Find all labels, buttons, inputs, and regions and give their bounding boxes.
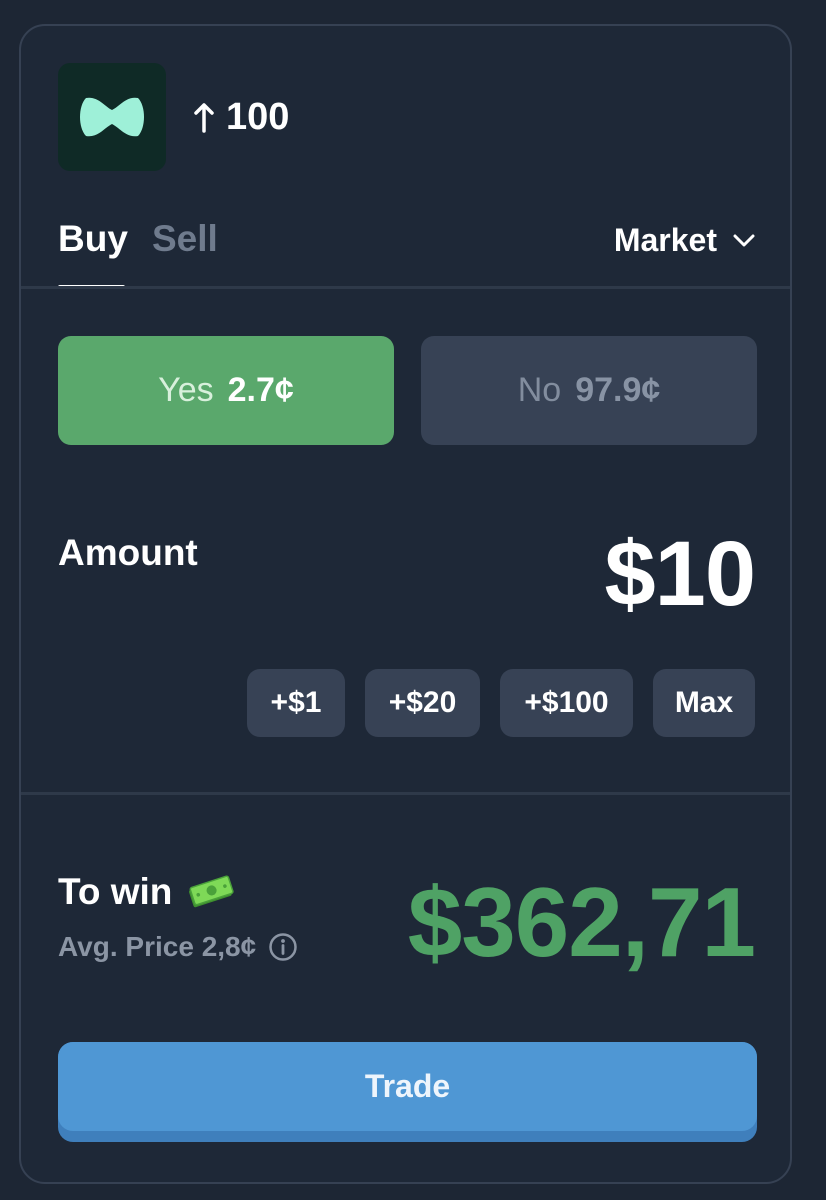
amount-divider	[21, 792, 790, 795]
quick-amount-buttons: +$1 +$20 +$100 Max	[247, 669, 755, 737]
to-win-text: To win	[58, 871, 173, 912]
trade-button[interactable]: Trade	[58, 1042, 757, 1142]
header-value-text: 100	[226, 96, 290, 138]
market-logo-icon	[58, 63, 166, 171]
tab-buy[interactable]: Buy	[58, 218, 128, 260]
add-100-button[interactable]: +$100	[500, 669, 633, 737]
header-value: 100	[194, 96, 289, 139]
max-button[interactable]: Max	[653, 669, 755, 737]
trade-button-label: Trade	[58, 1042, 757, 1131]
no-label: No	[517, 371, 562, 409]
amount-label: Amount	[58, 532, 198, 573]
add-1-button[interactable]: +$1	[247, 669, 345, 737]
avg-price-text: Avg. Price 2,8¢	[58, 931, 257, 962]
yes-price: 2.7¢	[227, 371, 294, 409]
tab-sell[interactable]: Sell	[152, 218, 218, 260]
order-type-dropdown[interactable]: Market	[614, 222, 755, 259]
money-icon	[186, 875, 235, 909]
yes-label: Yes	[158, 371, 214, 409]
chevron-down-icon	[733, 234, 755, 248]
avg-price: Avg. Price 2,8¢	[58, 931, 298, 963]
no-outcome-button[interactable]: No 97.9¢	[421, 336, 757, 445]
no-price: 97.9¢	[575, 371, 661, 409]
info-icon[interactable]	[268, 932, 298, 962]
trade-panel: 100 Buy Sell Market Yes 2.7¢ No 97.9¢ Am…	[19, 24, 792, 1184]
add-20-button[interactable]: +$20	[365, 669, 480, 737]
tabs-divider	[21, 286, 790, 289]
amount-input[interactable]: $10	[605, 522, 756, 627]
to-win-label: To win	[58, 871, 235, 913]
order-type-label: Market	[613, 222, 717, 258]
yes-outcome-button[interactable]: Yes 2.7¢	[58, 336, 394, 445]
arrow-up-icon	[194, 102, 214, 133]
to-win-value: $362,71	[407, 867, 756, 977]
